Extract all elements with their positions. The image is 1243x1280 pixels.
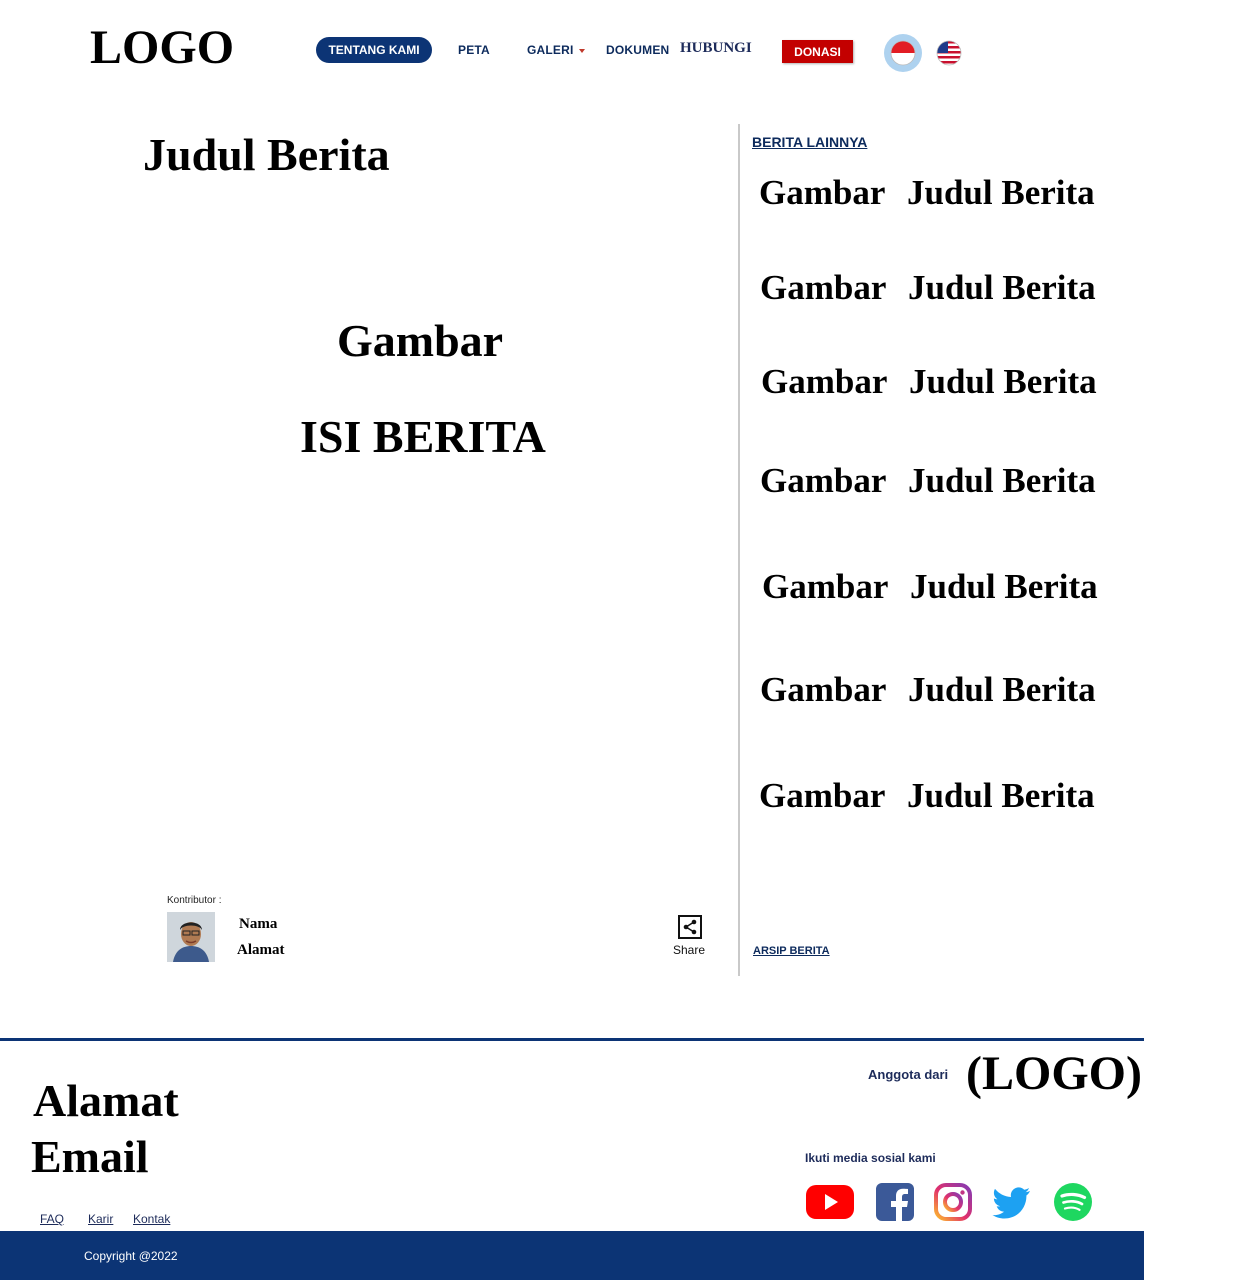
language-id-button[interactable] [884,34,922,72]
footer-address: Alamat [33,1075,179,1126]
site-logo[interactable]: LOGO [90,20,234,76]
article-image: Gambar [337,315,504,366]
footer-email: Email [31,1131,149,1182]
sidebar-news-title: Judul Berita [909,362,1097,401]
indonesia-flag-icon [890,40,916,66]
sidebar-news-item[interactable]: Gambar Judul Berita [760,268,1096,308]
footer-link-kontak[interactable]: Kontak [133,1212,170,1226]
us-flag-icon [936,40,962,66]
footer-divider [0,1038,1144,1041]
instagram-icon [934,1183,972,1221]
sidebar-news-image: Gambar [762,567,889,606]
share-icon[interactable] [678,915,702,939]
sidebar-news-title: Judul Berita [908,461,1096,500]
sidebar-news-image: Gambar [760,268,887,307]
sidebar-news-title: Judul Berita [908,268,1096,307]
facebook-icon [876,1183,914,1222]
instagram-button[interactable] [933,1182,973,1222]
share-button-label[interactable]: Share [673,943,705,957]
sidebar-news-title: Judul Berita [907,173,1095,212]
sidebar-news-item[interactable]: Gambar Judul Berita [760,461,1096,501]
nav-dokumen[interactable]: DOKUMEN [606,43,669,57]
footer-link-faq[interactable]: FAQ [40,1212,64,1226]
youtube-button[interactable] [805,1182,855,1222]
caret-down-icon [578,48,585,53]
language-en-button[interactable] [936,40,962,71]
contributor-address: Alamat [237,942,285,958]
contributor-name: Nama [239,916,278,932]
contributor-avatar [167,912,215,962]
contributor-label: Kontributor : [167,895,222,906]
spotify-icon [1054,1183,1092,1221]
donate-button[interactable]: DONASI [782,40,853,63]
twitter-button[interactable] [992,1182,1032,1222]
member-of-label: Anggota dari [868,1067,949,1082]
archive-link[interactable]: ARSIP BERITA [753,945,830,957]
sidebar-news-image: Gambar [759,173,886,212]
member-logo[interactable]: (LOGO) [966,1046,1142,1102]
nav-tentang-kami[interactable]: TENTANG KAMI [316,37,432,63]
sidebar-news-image: Gambar [761,362,888,401]
sidebar-news-title: Judul Berita [907,776,1095,815]
nav-hubungi[interactable]: HUBUNGI [680,40,752,57]
nav-galeri[interactable]: GALERI [527,43,585,57]
youtube-icon [806,1185,854,1219]
spotify-button[interactable] [1053,1182,1093,1222]
article-title: Judul Berita [143,129,390,180]
sidebar-news-image: Gambar [760,670,887,709]
sidebar-news-item[interactable]: Gambar Judul Berita [760,670,1096,710]
nav-peta[interactable]: PETA [458,43,490,57]
facebook-button[interactable] [875,1182,915,1222]
content-divider [738,124,740,976]
social-heading: Ikuti media sosial kami [805,1151,936,1165]
article-body: ISI BERITA [300,411,546,462]
sidebar-news-item[interactable]: Gambar Judul Berita [761,362,1097,402]
twitter-icon [992,1187,1030,1219]
sidebar-news-item[interactable]: Gambar Judul Berita [759,776,1095,816]
sidebar-news-item[interactable]: Gambar Judul Berita [759,173,1095,213]
nav-galeri-label: GALERI [527,43,574,57]
sidebar-news-item[interactable]: Gambar Judul Berita [762,567,1098,607]
sidebar-news-title: Judul Berita [910,567,1098,606]
sidebar-heading[interactable]: BERITA LAINNYA [752,134,867,150]
sidebar-news-title: Judul Berita [908,670,1096,709]
footer-link-karir[interactable]: Karir [88,1212,113,1226]
sidebar-news-image: Gambar [759,776,886,815]
copyright-text: Copyright @2022 [84,1249,178,1263]
sidebar-news-image: Gambar [760,461,887,500]
